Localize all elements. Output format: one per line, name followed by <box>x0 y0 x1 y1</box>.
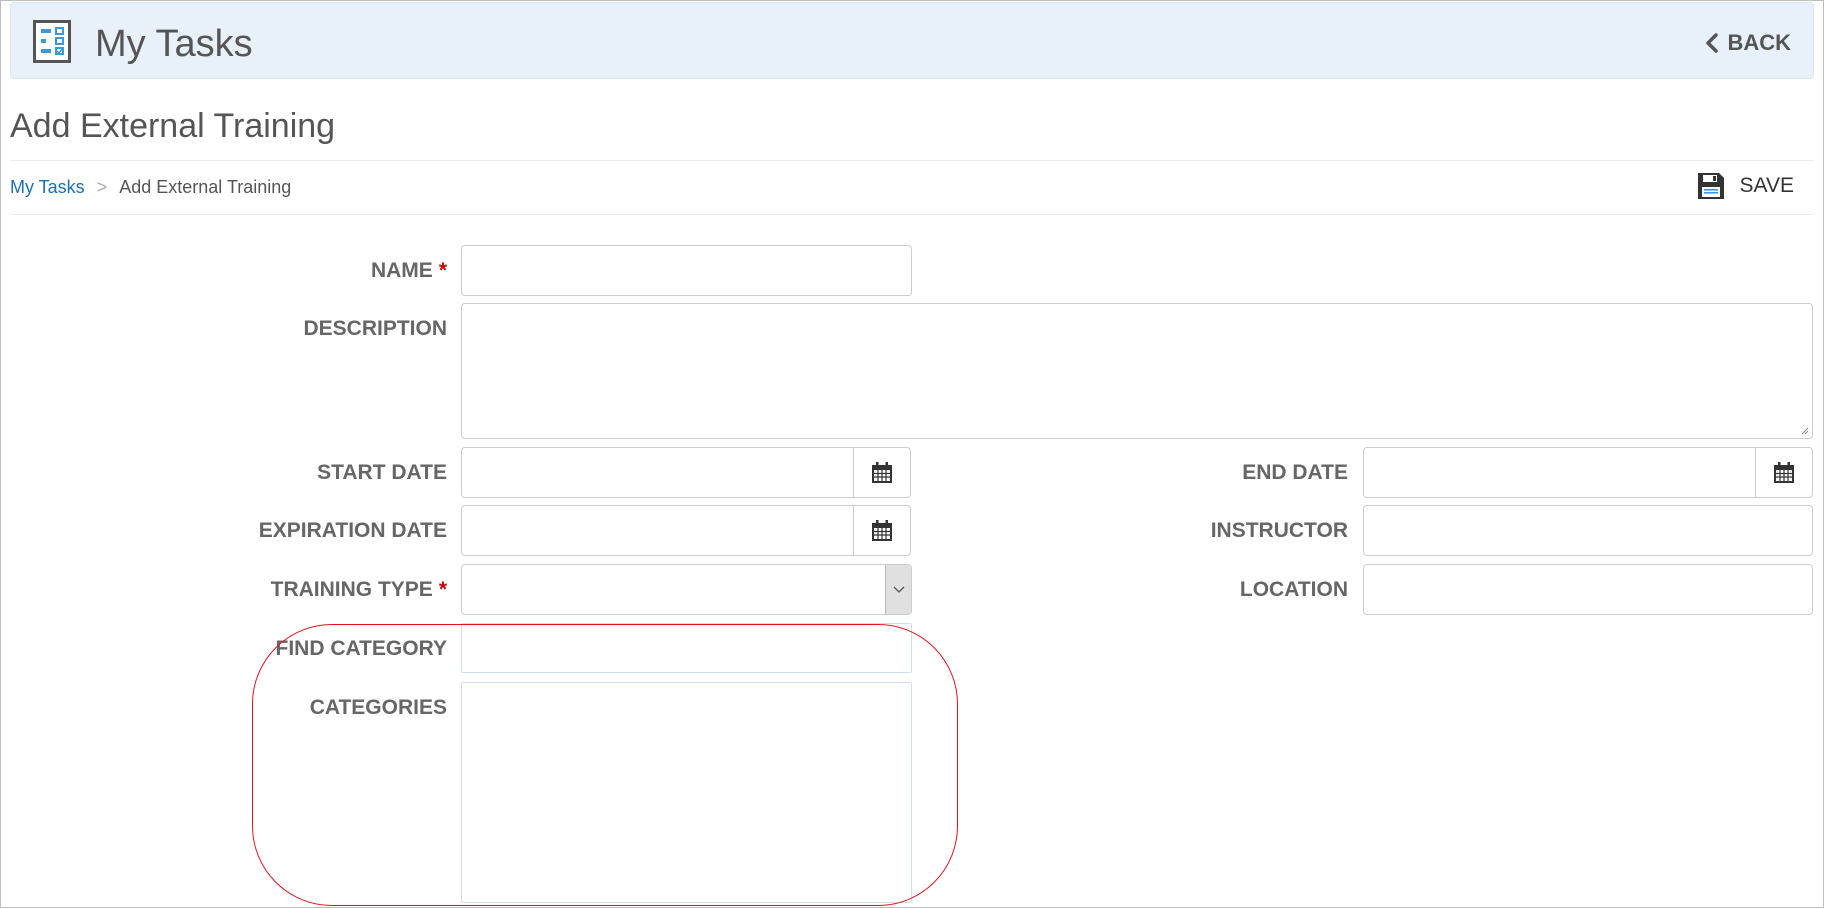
task-list-icon <box>33 20 71 63</box>
location-label: LOCATION <box>1239 578 1348 601</box>
calendar-icon <box>872 519 892 541</box>
save-button[interactable]: SAVE <box>1696 171 1794 201</box>
name-input[interactable] <box>461 245 912 296</box>
location-input[interactable] <box>1363 564 1813 615</box>
training-type-label: TRAINING TYPE * <box>271 578 447 602</box>
breadcrumb-current: Add External Training <box>119 177 292 197</box>
back-label: BACK <box>1727 30 1791 55</box>
expiration-date-calendar-button[interactable] <box>853 505 911 556</box>
chevron-down-icon <box>893 586 904 593</box>
end-date-label: END DATE <box>1242 461 1348 484</box>
required-marker: * <box>438 259 447 282</box>
select-dropdown-button[interactable] <box>885 565 911 614</box>
expiration-date-label: EXPIRATION DATE <box>258 519 447 542</box>
page-title: Add External Training <box>10 107 336 145</box>
breadcrumb-link-my-tasks[interactable]: My Tasks <box>10 177 85 198</box>
app-title: My Tasks <box>95 23 253 65</box>
resize-grip-icon[interactable] <box>1799 425 1809 435</box>
calendar-icon <box>872 461 892 483</box>
calendar-icon <box>1774 461 1794 483</box>
back-button[interactable]: BACK <box>1705 30 1791 56</box>
instructor-input[interactable] <box>1363 505 1813 556</box>
name-label-text: NAME <box>370 259 433 282</box>
breadcrumb-separator: > <box>96 177 108 197</box>
start-date-input[interactable] <box>461 447 854 498</box>
chevron-left-icon <box>1706 33 1719 53</box>
name-label: NAME * <box>371 259 447 283</box>
training-type-label-text: TRAINING TYPE <box>270 578 433 601</box>
divider <box>10 160 1814 161</box>
highlight-annotation <box>252 624 958 906</box>
start-date-calendar-button[interactable] <box>853 447 911 498</box>
description-textarea[interactable] <box>461 303 1813 439</box>
instructor-label: INSTRUCTOR <box>1210 519 1348 542</box>
description-label: DESCRIPTION <box>303 317 447 340</box>
divider <box>10 214 1814 215</box>
training-type-select[interactable] <box>461 564 912 615</box>
end-date-calendar-button[interactable] <box>1755 447 1813 498</box>
end-date-input[interactable] <box>1363 447 1756 498</box>
breadcrumb: My Tasks > Add External Training <box>10 177 291 198</box>
floppy-disk-icon <box>1697 173 1724 199</box>
header-bar: My Tasks BACK <box>10 2 1814 79</box>
expiration-date-input[interactable] <box>461 505 854 556</box>
start-date-label: START DATE <box>317 461 447 484</box>
save-label: SAVE <box>1739 174 1794 197</box>
required-marker: * <box>438 578 447 601</box>
